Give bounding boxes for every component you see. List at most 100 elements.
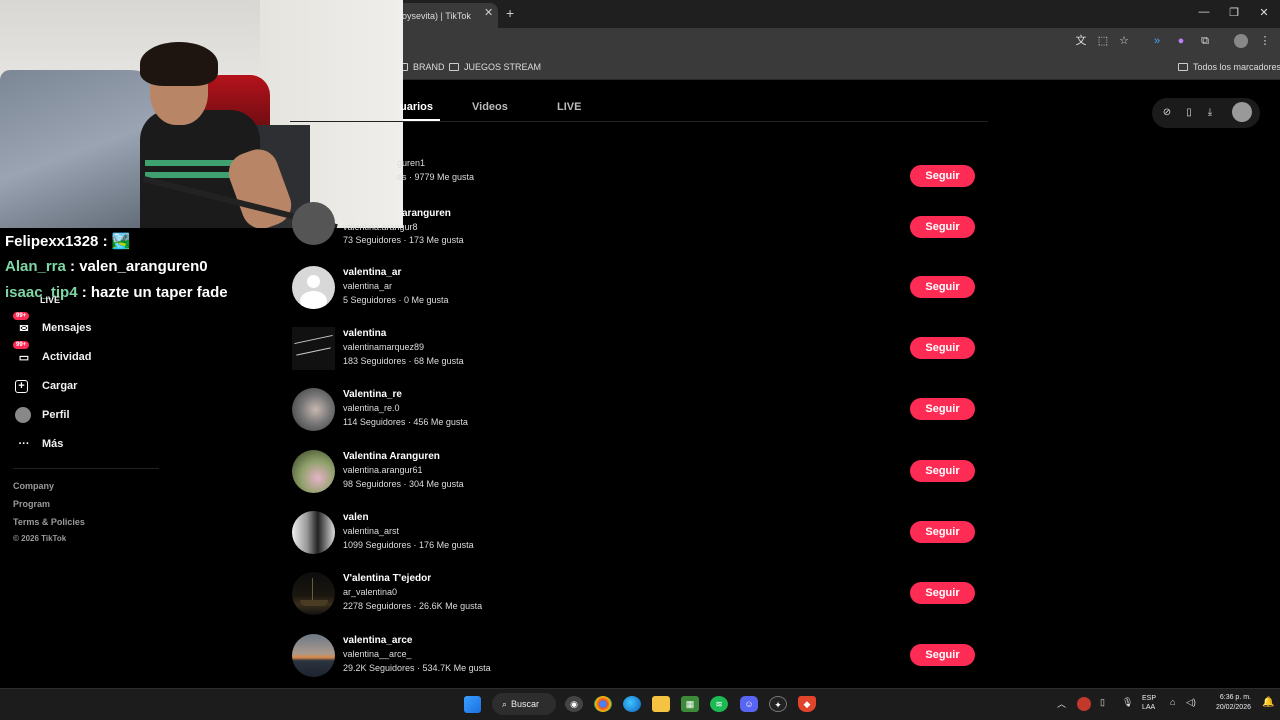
bookmark-all[interactable]: Todos los marcadores bbox=[1178, 62, 1280, 72]
sidebar-item-profile[interactable]: Perfil bbox=[15, 405, 70, 425]
new-tab-icon[interactable]: + bbox=[506, 5, 514, 21]
result-username: valentina.arangur61 bbox=[343, 465, 423, 475]
result-avatar[interactable] bbox=[292, 634, 335, 677]
sidebar-item-label: Cargar bbox=[42, 380, 78, 392]
minimize-icon[interactable]: — bbox=[1194, 6, 1214, 18]
user-result-row[interactable]: valentina_ar valentina_ar 5 Seguidores ·… bbox=[292, 259, 982, 317]
sidebar-item-more[interactable]: ··· Más bbox=[15, 434, 64, 454]
result-stats: 5 Seguidores · 0 Me gusta bbox=[343, 295, 449, 305]
tray-app-icon[interactable] bbox=[1077, 697, 1091, 711]
network-icon[interactable]: ⌂ bbox=[1170, 697, 1175, 707]
extension-circle-icon[interactable]: ● bbox=[1174, 34, 1188, 48]
user-result-row[interactable]: valentina valentinamarquez89 183 Seguido… bbox=[292, 320, 982, 378]
minecraft-app-icon[interactable]: ▦ bbox=[681, 696, 699, 712]
install-app-icon[interactable]: ⬚ bbox=[1096, 34, 1110, 48]
brave-app-icon[interactable]: ◆ bbox=[798, 696, 816, 712]
tray-chevron-icon[interactable]: ︿ bbox=[1057, 697, 1066, 710]
follow-button[interactable]: Seguir bbox=[910, 216, 975, 238]
follow-button[interactable]: Seguir bbox=[910, 337, 975, 359]
windows-start-icon[interactable] bbox=[464, 696, 481, 713]
default-avatar-icon[interactable] bbox=[292, 266, 335, 309]
result-stats: 183 Seguidores · 68 Me gusta bbox=[343, 356, 464, 366]
window-close-icon[interactable]: ✕ bbox=[1254, 6, 1274, 19]
tabs-divider bbox=[290, 121, 988, 122]
browser-menu-icon[interactable]: ⋮ bbox=[1258, 34, 1272, 48]
tab-users[interactable]: uarios bbox=[400, 101, 433, 113]
tab-close-icon[interactable]: ✕ bbox=[484, 6, 493, 19]
sidebar-item-live[interactable]: LIVE bbox=[40, 290, 60, 310]
follow-button[interactable]: Seguir bbox=[910, 276, 975, 298]
follow-button[interactable]: Seguir bbox=[910, 644, 975, 666]
user-result-row[interactable]: V'alentina T'ejedor ar_valentina0 2278 S… bbox=[292, 565, 982, 623]
result-username: valentina_re.0 bbox=[343, 403, 400, 413]
result-avatar[interactable] bbox=[292, 511, 335, 554]
footer-company-link[interactable]: Company bbox=[13, 481, 54, 491]
footer-program-link[interactable]: Program bbox=[13, 499, 50, 509]
user-result-row[interactable]: valen valentina_arst 1099 Seguidores · 1… bbox=[292, 504, 982, 562]
notifications-icon[interactable]: 🔔 bbox=[1262, 697, 1274, 708]
result-avatar[interactable] bbox=[292, 450, 335, 493]
user-result-row[interactable]: aranguren valentina.arangur8 73 Seguidor… bbox=[292, 202, 982, 266]
app-icon[interactable]: ✦ bbox=[769, 696, 787, 712]
file-explorer-icon[interactable] bbox=[652, 696, 670, 712]
result-avatar[interactable] bbox=[292, 388, 335, 431]
chat-text: : valen_aranguren0 bbox=[70, 258, 208, 275]
restore-icon[interactable]: ❐ bbox=[1224, 6, 1244, 19]
result-stats: 1099 Seguidores · 176 Me gusta bbox=[343, 540, 474, 550]
translate-icon[interactable]: 文 bbox=[1074, 34, 1088, 48]
sidebar-item-label: Perfil bbox=[42, 409, 70, 421]
footer-copyright: © 2026 TikTok bbox=[13, 534, 67, 543]
extension-wave-icon[interactable]: » bbox=[1150, 34, 1164, 48]
user-result-row[interactable]: Valentina_re valentina_re.0 114 Seguidor… bbox=[292, 381, 982, 439]
edge-app-icon[interactable] bbox=[623, 696, 641, 712]
bookmark-brand[interactable]: BRAND bbox=[398, 62, 445, 72]
chat-text: : 🏞️ bbox=[102, 233, 131, 250]
result-name: valentina_arce bbox=[343, 635, 413, 646]
footer-terms-link[interactable]: Terms & Policies bbox=[13, 517, 85, 527]
mobile-icon[interactable]: ▯ bbox=[1178, 102, 1200, 122]
follow-button[interactable]: Seguir bbox=[910, 521, 975, 543]
follow-button[interactable]: Seguir bbox=[910, 398, 975, 420]
compass-icon[interactable]: ⊘ bbox=[1156, 102, 1178, 122]
result-username: valentinamarquez89 bbox=[343, 342, 425, 352]
tab-live[interactable]: LIVE bbox=[557, 101, 581, 113]
sidebar-item-messages[interactable]: ✉ 99+ Mensajes bbox=[13, 312, 92, 338]
chrome-app-icon[interactable] bbox=[594, 696, 612, 712]
bookmark-star-icon[interactable]: ☆ bbox=[1117, 34, 1131, 48]
spotify-app-icon[interactable]: ≋ bbox=[710, 696, 728, 712]
tray-mic-icon[interactable]: 🎙 bbox=[1122, 697, 1133, 708]
folder-icon bbox=[449, 63, 459, 71]
taskbar-search[interactable]: ⌕ Buscar bbox=[492, 693, 556, 715]
clock[interactable]: 6:36 p. m. 20/02/2026 bbox=[1200, 694, 1251, 711]
follow-button[interactable]: Seguir bbox=[910, 582, 975, 604]
download-icon[interactable]: ⤓ bbox=[1199, 102, 1221, 122]
tab-videos[interactable]: Videos bbox=[472, 101, 508, 113]
bookmark-juegos-stream[interactable]: JUEGOS STREAM bbox=[449, 62, 541, 72]
user-result-row[interactable]: Valentina Aranguren valentina.arangur61 … bbox=[292, 443, 982, 501]
follow-button[interactable]: Seguir bbox=[910, 460, 975, 482]
browser-tab[interactable]: oysevita) | TikTok bbox=[390, 3, 498, 28]
obs-app-icon[interactable]: ◉ bbox=[565, 696, 583, 712]
discord-app-icon[interactable]: ☺ bbox=[740, 696, 758, 712]
user-result-row[interactable]: valentina_arce valentina__arce_ 29.2K Se… bbox=[292, 627, 982, 685]
result-avatar[interactable] bbox=[292, 202, 335, 245]
tray-usb-icon[interactable]: ▯ bbox=[1100, 697, 1105, 708]
chat-user: Felipexx1328 bbox=[5, 233, 99, 250]
volume-icon[interactable]: ◁) bbox=[1186, 697, 1196, 708]
language-indicator[interactable]: ESP LAA bbox=[1142, 695, 1156, 711]
extensions-puzzle-icon[interactable]: ⧉ bbox=[1198, 34, 1212, 48]
result-avatar[interactable] bbox=[292, 572, 335, 615]
active-tab-indicator bbox=[403, 119, 440, 121]
result-avatar[interactable] bbox=[292, 327, 335, 370]
result-username: valentina_arst bbox=[343, 526, 400, 536]
upload-icon: + bbox=[15, 379, 28, 393]
sidebar-item-upload[interactable]: + Cargar bbox=[15, 376, 77, 396]
user-result-row[interactable]: guren1 es · 9779 Me gusta Seguir bbox=[292, 148, 982, 206]
follow-button[interactable]: Seguir bbox=[910, 165, 975, 187]
sidebar-item-activity[interactable]: ▭ 99+ Actividad bbox=[13, 341, 92, 367]
user-avatar[interactable] bbox=[1232, 102, 1252, 122]
sidebar-item-label: Actividad bbox=[42, 351, 92, 363]
browser-profile-avatar[interactable] bbox=[1234, 34, 1248, 48]
result-username: valentina_ar bbox=[343, 281, 393, 291]
result-username: guren1 bbox=[397, 158, 426, 168]
